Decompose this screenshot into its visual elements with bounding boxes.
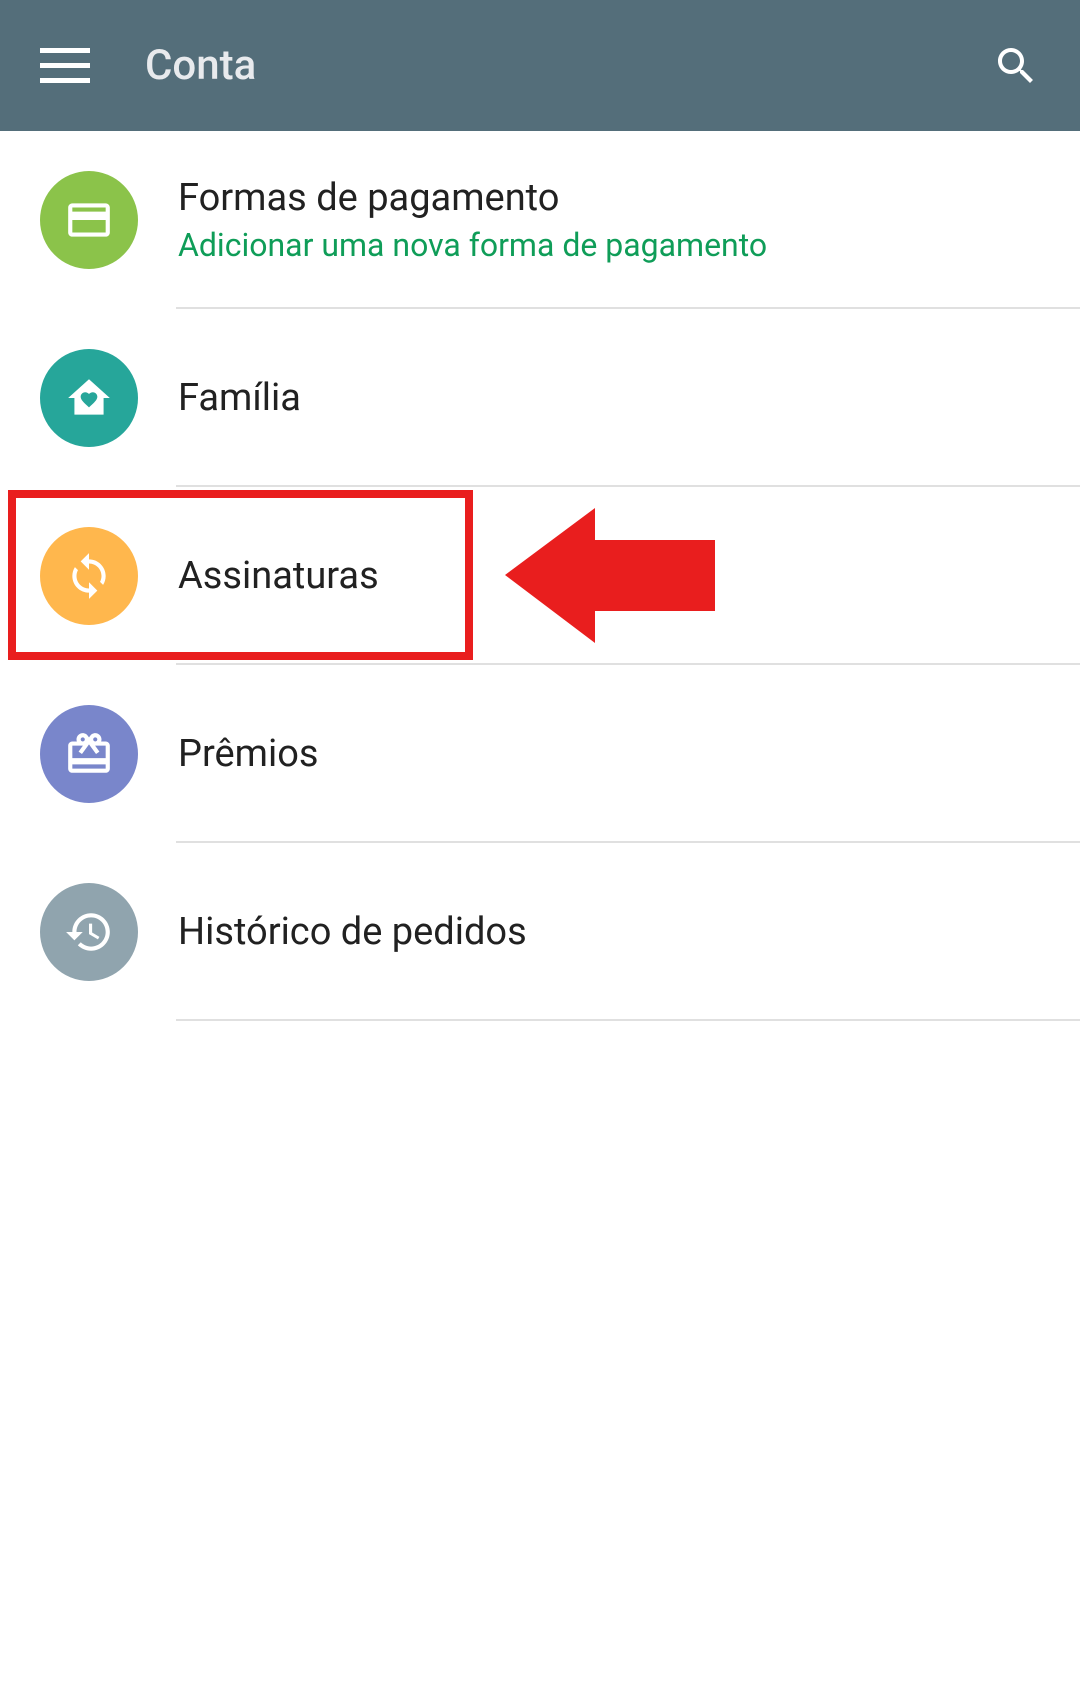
page-title: Conta [145,41,256,90]
list-item-rewards[interactable]: Prêmios [0,665,1080,843]
menu-icon[interactable] [40,41,90,91]
account-menu-list: Formas de pagamento Adicionar uma nova f… [0,131,1080,1021]
list-item-title: Assinaturas [178,554,379,598]
list-item-title: Histórico de pedidos [178,910,527,954]
list-item-title: Prêmios [178,732,319,776]
list-item-order-history[interactable]: Histórico de pedidos [0,843,1080,1021]
list-item-title: Formas de pagamento [178,176,767,220]
list-item-family[interactable]: Família [0,309,1080,487]
list-item-title: Família [178,376,301,420]
refresh-icon [40,527,138,625]
history-icon [40,883,138,981]
search-icon[interactable] [992,42,1040,90]
list-item-subtitle: Adicionar uma nova forma de pagamento [178,226,767,264]
gift-icon [40,705,138,803]
card-icon [40,171,138,269]
list-item-subscriptions[interactable]: Assinaturas [0,487,1080,665]
home-heart-icon [40,349,138,447]
list-item-payment-methods[interactable]: Formas de pagamento Adicionar uma nova f… [0,131,1080,309]
app-header: Conta [0,0,1080,131]
